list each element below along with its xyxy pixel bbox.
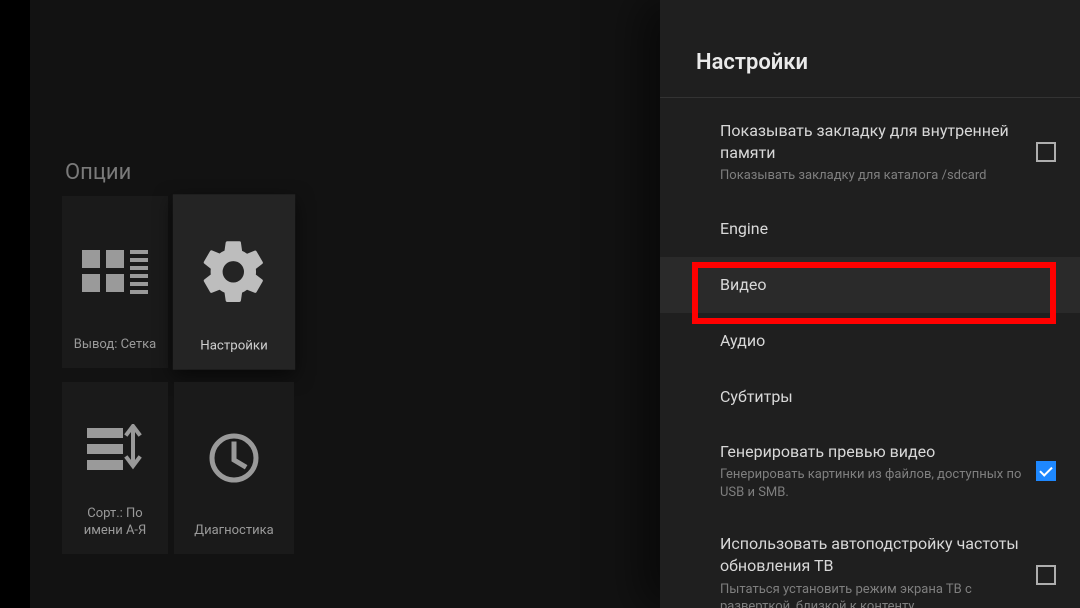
divider — [660, 97, 1080, 98]
tile-diagnostics[interactable]: Диагностика — [174, 382, 294, 554]
panel-title: Настройки — [696, 50, 1080, 75]
row-audio[interactable]: Аудио — [660, 313, 1080, 369]
checkbox-unchecked[interactable] — [1036, 142, 1056, 162]
row-subtitles[interactable]: Субтитры — [660, 369, 1080, 425]
row-bookmark[interactable]: Показывать закладку для внутренней памят… — [660, 104, 1080, 201]
row-primary: Показывать закладку для внутренней памят… — [720, 120, 1024, 163]
row-thumbs[interactable]: Генерировать превью видео Генерировать к… — [660, 425, 1080, 518]
row-primary: Использовать автоподстройку частоты обно… — [720, 533, 1024, 576]
tile-label: Диагностика — [194, 522, 273, 540]
settings-panel: Настройки Показывать закладку для внутре… — [660, 0, 1080, 608]
options-title: Опции — [65, 160, 131, 185]
row-primary: Видео — [720, 274, 1044, 296]
row-engine[interactable]: Engine — [660, 201, 1080, 257]
checkbox-checked[interactable] — [1036, 461, 1056, 481]
row-refresh[interactable]: Использовать автоподстройку частоты обно… — [660, 517, 1080, 608]
options-panel: Опции — [30, 0, 660, 608]
row-primary: Генерировать превью видео — [720, 441, 1024, 463]
options-tiles: Вывод: Сетка Настройки — [62, 196, 294, 554]
settings-list: Показывать закладку для внутренней памят… — [660, 104, 1080, 608]
grid-list-icon — [68, 208, 162, 336]
panel-header: Настройки — [660, 0, 1080, 97]
tile-label: Настройки — [200, 338, 267, 356]
clock-icon — [180, 394, 288, 522]
gear-icon — [179, 207, 289, 338]
tile-label: Вывод: Сетка — [74, 336, 156, 354]
tile-settings[interactable]: Настройки — [173, 194, 295, 369]
row-primary: Аудио — [720, 330, 1044, 352]
row-primary: Субтитры — [720, 386, 1044, 408]
checkbox-unchecked[interactable] — [1036, 565, 1056, 585]
tile-view-grid[interactable]: Вывод: Сетка — [62, 196, 168, 368]
row-secondary: Генерировать картинки из файлов, доступн… — [720, 466, 1024, 501]
tile-label: Сорт.: По имени А-Я — [68, 505, 162, 540]
left-dim-area: Опции — [0, 0, 660, 608]
tile-sort[interactable]: Сорт.: По имени А-Я — [62, 382, 168, 554]
row-secondary: Пытаться установить режим экрана ТВ с ра… — [720, 581, 1024, 608]
row-video[interactable]: Видео — [660, 257, 1080, 313]
row-primary: Engine — [720, 218, 1044, 240]
row-secondary: Показывать закладку для каталога /sdcard — [720, 167, 1024, 185]
sort-icon — [68, 394, 162, 505]
